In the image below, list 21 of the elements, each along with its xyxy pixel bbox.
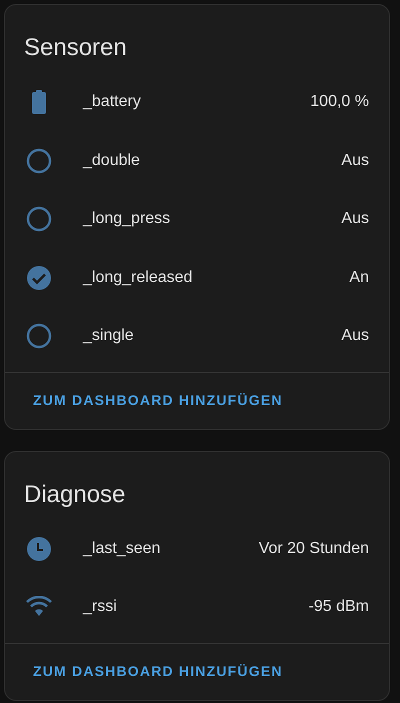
entity-name[interactable]: _battery <box>83 90 310 114</box>
entity-state: Aus <box>341 150 369 171</box>
entity-name[interactable]: _single <box>83 324 342 348</box>
clock-icon <box>26 536 52 562</box>
battery-icon <box>32 90 46 114</box>
entity-name[interactable]: _rssi <box>83 595 309 620</box>
entity-name[interactable]: _long_released <box>83 266 350 290</box>
add-to-dashboard-button[interactable]: ZUM DASHBOARD HINZUFÜGEN <box>25 384 291 417</box>
entity-state: 100,0 % <box>310 92 369 112</box>
entity-state: An <box>349 268 369 288</box>
entity-name[interactable]: _long_press <box>83 207 342 232</box>
wifi-icon <box>26 596 52 618</box>
entity-name[interactable]: _last_seen <box>83 536 259 561</box>
entity-state: -95 dBm <box>308 597 369 618</box>
entity-state: Aus <box>341 326 369 346</box>
add-to-dashboard-button[interactable]: ZUM DASHBOARD HINZUFÜGEN <box>25 655 291 688</box>
entity-state: Aus <box>341 209 369 230</box>
card-title: Sensoren <box>24 34 127 61</box>
entity-state: Vor 20 Stunden <box>258 538 369 559</box>
card-title: Diagnose <box>24 480 126 508</box>
entity-name[interactable]: _double <box>83 148 342 173</box>
